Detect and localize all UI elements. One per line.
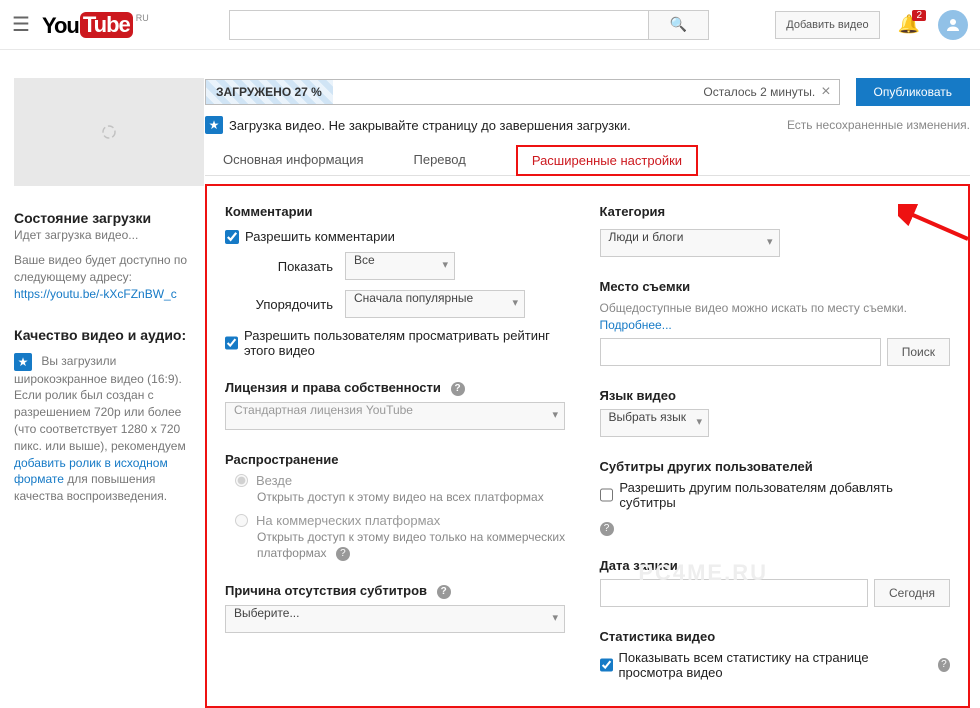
dist-commercial-radio[interactable] — [235, 514, 248, 527]
dist-everywhere-radio[interactable] — [235, 474, 248, 487]
main: ЗАГРУЖЕНО 27 % Осталось 2 минуты. × Опуб… — [205, 78, 980, 708]
category-heading: Категория — [600, 204, 951, 219]
language-heading: Язык видео — [600, 388, 951, 403]
today-button[interactable]: Сегодня — [874, 579, 950, 607]
progress-remaining: Осталось 2 минуты. — [703, 85, 815, 99]
logo-you: You — [42, 13, 79, 39]
publish-button[interactable]: Опубликовать — [856, 78, 970, 106]
youtube-logo[interactable]: You Tube RU — [42, 12, 149, 38]
video-url-intro: Ваше видео будет доступно по следующему … — [14, 252, 191, 286]
community-subs-checkbox[interactable] — [600, 488, 614, 502]
show-label: Показать — [245, 259, 333, 274]
comments-heading: Комментарии — [225, 204, 576, 219]
allow-rating-checkbox[interactable] — [225, 336, 238, 350]
help-icon[interactable]: ? — [938, 658, 950, 672]
allow-comments-label: Разрешить комментарии — [245, 229, 395, 244]
search-button[interactable]: 🔍 — [649, 10, 709, 40]
right-column: Категория Люди и блоги Место съемки Обще… — [600, 200, 951, 688]
community-subs-label: Разрешить другим пользователям добавлять… — [619, 480, 950, 510]
notifications-count: 2 — [912, 10, 926, 21]
quality-heading: Качество видео и аудио: — [14, 327, 191, 343]
license-select[interactable]: Стандартная лицензия YouTube — [225, 402, 565, 430]
language-select[interactable]: Выбрать язык — [600, 409, 710, 437]
search-input[interactable] — [229, 10, 649, 40]
advanced-panel: PC4ME.RU Комментарии Разрешить комментар… — [205, 184, 970, 708]
sort-label: Упорядочить — [245, 297, 333, 312]
recording-date-heading: Дата записи — [600, 558, 951, 573]
community-subs-heading: Субтитры других пользователей — [600, 459, 951, 474]
loading-icon — [100, 123, 118, 141]
progress-label: ЗАГРУЖЕНО 27 % — [206, 85, 322, 99]
subs-reason-select[interactable]: Выберите... — [225, 605, 565, 633]
left-column: Комментарии Разрешить комментарии Показа… — [225, 200, 576, 688]
video-url-link[interactable]: https://youtu.be/-kXcFZnBW_c — [14, 287, 177, 301]
video-thumbnail — [14, 78, 204, 186]
help-icon[interactable]: ? — [600, 522, 614, 536]
tab-translate[interactable]: Перевод — [414, 144, 466, 175]
content: Состояние загрузки Идет загрузка видео..… — [0, 50, 980, 708]
date-input[interactable] — [600, 579, 869, 607]
location-input[interactable] — [600, 338, 881, 366]
quality-text-1: Вы загрузили широкоэкранное видео (16:9)… — [14, 354, 186, 453]
location-heading: Место съемки — [600, 279, 951, 294]
sidebar: Состояние загрузки Идет загрузка видео..… — [0, 78, 205, 708]
header: ☰ You Tube RU 🔍 Добавить видео 🔔 2 — [0, 0, 980, 50]
avatar[interactable] — [938, 10, 968, 40]
progress-close-button[interactable]: × — [821, 83, 830, 101]
status-message: Загрузка видео. Не закрывайте страницу д… — [229, 118, 631, 133]
progress-row: ЗАГРУЖЕНО 27 % Осталось 2 минуты. × Опуб… — [205, 78, 970, 106]
show-select[interactable]: Все — [345, 252, 455, 280]
upload-status-heading: Состояние загрузки — [14, 210, 191, 226]
allow-rating-label: Разрешить пользователям просматривать ре… — [244, 328, 576, 358]
stats-heading: Статистика видео — [600, 629, 951, 644]
search-icon: 🔍 — [670, 16, 687, 32]
add-video-button[interactable]: Добавить видео — [775, 11, 879, 39]
status-icon: ★ — [205, 116, 223, 134]
logo-region: RU — [136, 13, 149, 23]
allow-comments-checkbox[interactable] — [225, 230, 239, 244]
stats-label: Показывать всем статистику на странице п… — [619, 650, 932, 680]
tab-basic[interactable]: Основная информация — [223, 144, 364, 175]
distribution-heading: Распространение — [225, 452, 576, 467]
sort-select[interactable]: Сначала популярные — [345, 290, 525, 318]
upload-status-sub: Идет загрузка видео... — [14, 228, 191, 242]
stats-checkbox[interactable] — [600, 658, 613, 672]
star-icon: ★ — [14, 353, 32, 371]
progress-bar: ЗАГРУЖЕНО 27 % Осталось 2 минуты. × — [205, 79, 840, 105]
dist-commercial-label: На коммерческих платформах — [256, 513, 440, 528]
help-icon[interactable]: ? — [336, 547, 350, 561]
status-row: ★ Загрузка видео. Не закрывайте страницу… — [205, 116, 970, 134]
menu-icon[interactable]: ☰ — [12, 12, 30, 37]
logo-tube: Tube — [80, 12, 133, 38]
help-icon[interactable]: ? — [451, 382, 465, 396]
user-icon — [944, 16, 962, 34]
unsaved-changes: Есть несохраненные изменения. — [787, 118, 970, 132]
tab-advanced[interactable]: Расширенные настройки — [516, 145, 698, 176]
search-box: 🔍 — [229, 10, 709, 40]
tabs: Основная информация Перевод Расширенные … — [205, 144, 970, 176]
location-hint: Общедоступные видео можно искать по мест… — [600, 300, 951, 334]
category-select[interactable]: Люди и блоги — [600, 229, 780, 257]
location-more-link[interactable]: Подробнее... — [600, 318, 672, 332]
quality-text: ★ Вы загрузили широкоэкранное видео (16:… — [14, 353, 191, 505]
help-icon[interactable]: ? — [437, 585, 451, 599]
subs-reason-heading: Причина отсутствия субтитров ? — [225, 583, 576, 599]
dist-everywhere-label: Везде — [256, 473, 292, 488]
dist-commercial-desc: Открыть доступ к этому видео только на к… — [257, 530, 576, 561]
location-search-button[interactable]: Поиск — [887, 338, 950, 366]
dist-everywhere-desc: Открыть доступ к этому видео на всех пла… — [257, 490, 576, 506]
header-right: Добавить видео 🔔 2 — [775, 10, 968, 40]
license-heading: Лицензия и права собственности ? — [225, 380, 576, 396]
notifications-button[interactable]: 🔔 2 — [898, 14, 920, 35]
